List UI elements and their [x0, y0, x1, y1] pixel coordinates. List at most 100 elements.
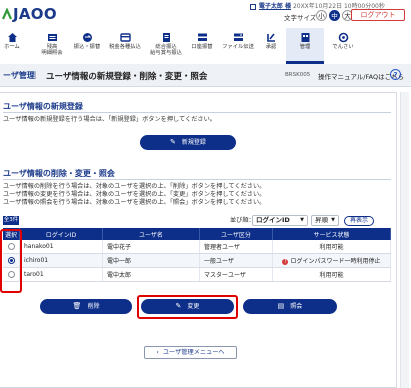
sort-field-value: ログインID: [256, 216, 290, 224]
nav-item-admin[interactable]: 管理: [286, 28, 324, 64]
nav-item-tax-payment[interactable]: 税金各種払込: [106, 28, 144, 64]
nav-item-bulk-transfer[interactable]: 総合振込 給与賞与振込: [146, 28, 186, 64]
document-search-icon: ▤: [277, 302, 285, 310]
table-row[interactable]: ichiro01 電中一郎 一般ユーザ ! ログインパスワード一時利用停止: [3, 253, 391, 268]
sort-field-select[interactable]: ログインID ▼: [252, 215, 308, 226]
sort-order-value: 昇順: [315, 216, 328, 224]
nav-label: 残高 明細照会: [41, 44, 63, 56]
pencil-icon: ✎: [175, 302, 182, 310]
ja-logo-icon: [2, 8, 12, 20]
status-cell: ! ログインパスワード一時利用停止: [272, 253, 391, 268]
help-icon[interactable]: ?: [390, 69, 401, 80]
trash-icon: 🗑: [72, 302, 82, 310]
back-to-user-menu-button[interactable]: ‹ ユーザ管理メニューへ: [144, 346, 237, 359]
delete-label: 削除: [87, 303, 100, 310]
login-id-cell: ichiro01: [19, 253, 103, 268]
page-title: ユーザ情報の新規登録・削除・変更・照会: [46, 72, 208, 82]
breadcrumb-section[interactable]: ーザ管理: [3, 70, 35, 81]
user-table: 選択 ログインID ユーザ名 ユーザ区分 サービス状態 hanako01 電中花…: [3, 228, 391, 282]
nav-item-debit[interactable]: 口座振替: [188, 28, 216, 64]
nav-item-approval[interactable]: 承認: [258, 28, 284, 64]
result-count: 全3件: [3, 216, 19, 225]
nav-label: 口座振替: [191, 44, 213, 50]
column-header: ログインID: [19, 228, 103, 240]
user-icon: [250, 3, 256, 10]
debit-icon: [197, 33, 207, 41]
user-name-cell: 電中一郎: [102, 253, 200, 268]
screen-id: BRSK005: [285, 72, 311, 78]
nav-label: 管理: [299, 44, 311, 50]
new-register-label: 新規登録: [181, 139, 206, 146]
user-name[interactable]: 電子太郎 様: [259, 3, 291, 10]
divider: [3, 179, 391, 180]
status-text: ログインパスワード一時利用停止: [290, 258, 381, 265]
nav-label: 振込・振替: [73, 44, 101, 50]
font-size-small-button[interactable]: 小: [316, 10, 327, 21]
densai-icon: [338, 32, 348, 43]
font-size-medium-button[interactable]: 中: [329, 10, 340, 21]
breadcrumb-separator: |: [34, 70, 37, 79]
login-id-cell: taro01: [19, 267, 103, 282]
scrollbar[interactable]: [400, 92, 409, 388]
chevron-down-icon: ▼: [331, 217, 335, 223]
column-header: ユーザ区分: [199, 228, 273, 240]
nav-label: 承認: [265, 44, 277, 50]
bank-logo-text: JAOO: [13, 5, 57, 23]
bulk-transfer-icon: [162, 33, 170, 42]
new-register-button[interactable]: ✎ 新規登録: [140, 135, 236, 150]
nav-label: ファイル伝送: [222, 44, 254, 50]
change-button[interactable]: ✎ 変更: [141, 299, 234, 314]
user-type-cell: マスターユーザ: [199, 267, 273, 282]
top-bar: JAOO 電子太郎 様 20XX年10月22日 10時00分00秒 文字サイズ …: [0, 0, 411, 28]
inquiry-instructions: ユーザ情報の照会を行う場合は、対象のユーザを選択の上、「照会」ボタンを押してくだ…: [3, 199, 266, 206]
admin-icon: [301, 33, 309, 42]
tax-payment-icon: [119, 33, 131, 42]
user-name-cell: 電中花子: [102, 240, 200, 254]
back-label: ユーザ管理メニューへ: [162, 349, 225, 356]
balance-icon: [47, 34, 57, 41]
change-label: 変更: [187, 303, 200, 310]
reshow-button[interactable]: 再表示: [344, 216, 374, 226]
register-instructions: ユーザ情報の新規登録を行う場合は、「新規登録」ボタンを押してください。: [3, 116, 216, 123]
warning-icon: !: [282, 258, 289, 265]
delete-button[interactable]: 🗑 削除: [40, 299, 132, 314]
table-row[interactable]: hanako01 電中花子 管理者ユーザ 利用可能: [3, 240, 391, 254]
status-cell: 利用可能: [272, 240, 391, 254]
table-header-row: 選択 ログインID ユーザ名 ユーザ区分 サービス状態: [3, 228, 391, 240]
inquiry-button[interactable]: ▤ 照会: [243, 299, 337, 314]
status-cell: 利用可能: [272, 267, 391, 282]
selection-column-highlight: [0, 229, 22, 293]
table-row[interactable]: taro01 電中太郎 マスターユーザ 利用可能: [3, 267, 391, 282]
user-type-cell: 一般ユーザ: [199, 253, 273, 268]
chevron-down-icon: ▼: [300, 217, 304, 223]
transfer-icon: [82, 33, 92, 42]
column-header: ユーザ名: [102, 228, 200, 240]
nav-item-home[interactable]: ホーム: [0, 28, 24, 64]
nav-label: 税金各種払込: [109, 44, 141, 50]
sort-order-select[interactable]: 昇順 ▼: [311, 215, 339, 226]
inquiry-label: 照会: [290, 303, 303, 310]
nav-item-balance[interactable]: 残高 明細照会: [34, 28, 70, 64]
home-icon: [7, 33, 17, 42]
chevron-left-icon: ‹: [156, 349, 159, 356]
nav-item-file-transfer[interactable]: ファイル伝送: [220, 28, 256, 64]
column-header: サービス状態: [272, 228, 391, 240]
font-size-label: 文字サイズ: [284, 14, 317, 22]
title-bar: ーザ管理 | ユーザ情報の新規登録・削除・変更・照会 BRSK005 操作マニュ…: [0, 64, 411, 87]
nav-label: でんさい: [332, 44, 354, 50]
logout-button[interactable]: ログアウト: [351, 9, 405, 21]
user-name-cell: 電中太郎: [102, 267, 200, 282]
approval-icon: [266, 33, 275, 42]
nav-item-densai[interactable]: でんさい: [328, 28, 358, 64]
nav-label: ホーム: [4, 44, 20, 50]
main-nav: ホーム 残高 明細照会 振込・振替 税金各種払込 総合振込 給与賞与振込 口座振…: [0, 28, 411, 65]
nav-label: 総合振込 給与賞与振込: [150, 44, 182, 56]
pencil-icon: ✎: [170, 138, 176, 146]
user-type-cell: 管理者ユーザ: [199, 240, 273, 254]
divider: [3, 112, 391, 113]
manage-section-heading: ユーザ情報の削除・変更・照会: [3, 169, 115, 178]
file-transfer-icon: [233, 33, 243, 41]
nav-item-transfer[interactable]: 振込・振替: [72, 28, 102, 64]
login-id-cell: hanako01: [19, 240, 103, 254]
register-section-heading: ユーザ情報の新規登録: [3, 102, 83, 111]
